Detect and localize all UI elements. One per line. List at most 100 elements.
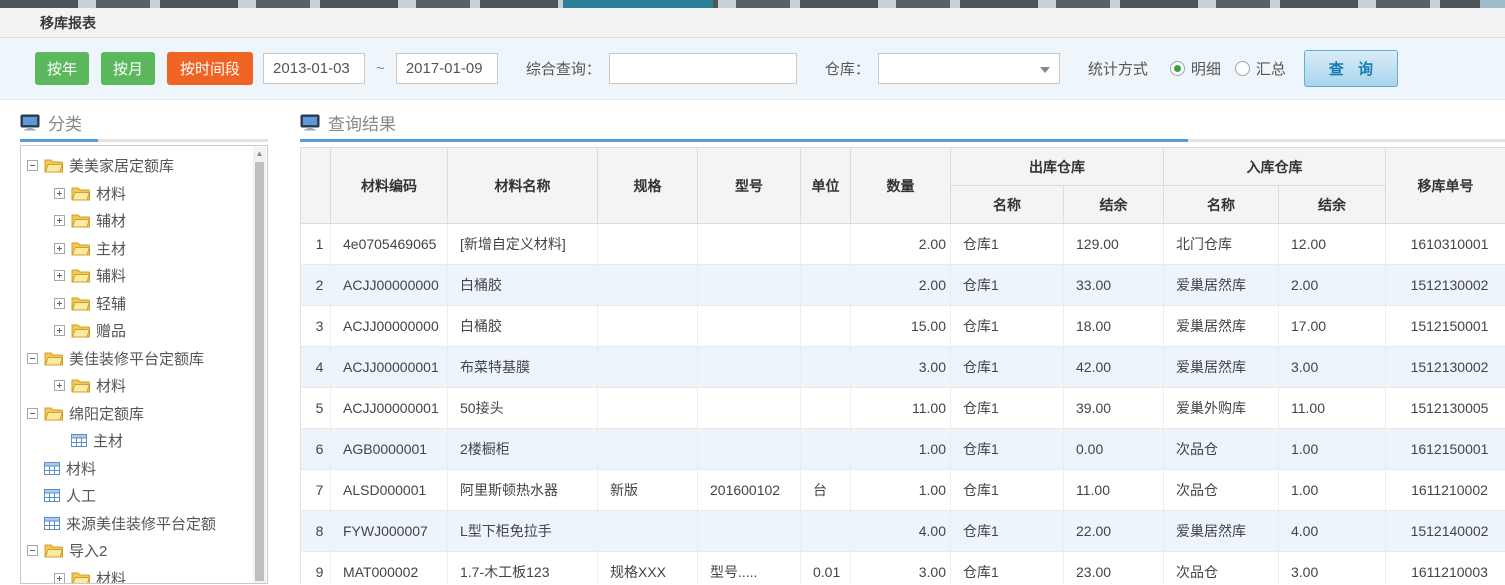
- col-header-qty[interactable]: 数量: [851, 148, 951, 224]
- combined-query-input[interactable]: [609, 53, 797, 84]
- cell-spec: [598, 511, 698, 552]
- cell-out_balance: 23.00: [1064, 552, 1164, 585]
- active-tab-fragment[interactable]: [563, 0, 713, 8]
- date-to-input[interactable]: [396, 53, 498, 84]
- cell-qty: 1.00: [851, 429, 951, 470]
- cell-order_no[interactable]: 1512130002: [1386, 265, 1505, 306]
- radio-unselected-icon[interactable]: [1235, 61, 1250, 76]
- tree-item[interactable]: 材料: [27, 180, 267, 208]
- expand-icon[interactable]: [54, 298, 65, 309]
- tree-item[interactable]: 人工: [27, 482, 267, 510]
- cell-in_balance: 3.00: [1279, 552, 1386, 585]
- expand-icon[interactable]: [54, 270, 65, 281]
- col-group-in-warehouse[interactable]: 入库仓库: [1164, 148, 1386, 186]
- radio-summary[interactable]: 汇总: [1235, 58, 1286, 79]
- table-row[interactable]: 5ACJJ0000000150接头11.00仓库139.00爱巢外购库11.00…: [301, 388, 1505, 429]
- col-header-name[interactable]: 材料名称: [448, 148, 598, 224]
- tree-item[interactable]: 材料: [27, 455, 267, 483]
- collapse-icon[interactable]: [27, 353, 38, 364]
- table-row[interactable]: 14e0705469065[新增自定义材料]2.00仓库1129.00北门仓库1…: [301, 224, 1505, 265]
- expand-icon[interactable]: [54, 215, 65, 226]
- table-row[interactable]: 4ACJJ00000001布菜特基膜3.00仓库142.00爱巢居然库3.001…: [301, 347, 1505, 388]
- tree-item-label: 材料: [66, 458, 96, 479]
- chevron-down-icon[interactable]: [1040, 67, 1050, 73]
- category-section-underline: [20, 139, 268, 142]
- cell-order_no[interactable]: 1610310001: [1386, 224, 1505, 265]
- tree-item[interactable]: 辅材: [27, 207, 267, 235]
- radio-detail[interactable]: 明细: [1170, 58, 1221, 79]
- date-from-input[interactable]: [263, 53, 365, 84]
- cell-model: [698, 429, 801, 470]
- by-range-button[interactable]: 按时间段: [167, 52, 253, 85]
- table-row[interactable]: 3ACJJ00000000白桶胶15.00仓库118.00爱巢居然库17.001…: [301, 306, 1505, 347]
- table-icon: [44, 489, 60, 502]
- by-year-button[interactable]: 按年: [35, 52, 89, 85]
- cell-unit: 台: [801, 470, 851, 511]
- collapse-icon[interactable]: [27, 408, 38, 419]
- cell-name: 布菜特基膜: [448, 347, 598, 388]
- expand-icon[interactable]: [54, 243, 65, 254]
- tree-item[interactable]: 材料: [27, 565, 267, 585]
- tree-item[interactable]: 赠品: [27, 317, 267, 345]
- cell-out_name: 仓库1: [951, 429, 1064, 470]
- tree-item[interactable]: 美美家居定额库: [27, 152, 267, 180]
- cell-order_no[interactable]: 1611210002: [1386, 470, 1505, 511]
- folder-icon: [71, 186, 90, 201]
- expand-icon[interactable]: [54, 380, 65, 391]
- col-header-rownum[interactable]: [301, 148, 331, 224]
- collapse-icon[interactable]: [27, 160, 38, 171]
- tree-item-label: 绵阳定额库: [69, 403, 144, 424]
- col-group-out-warehouse[interactable]: 出库仓库: [951, 148, 1164, 186]
- col-header-in-name[interactable]: 名称: [1164, 186, 1279, 224]
- col-header-in-balance[interactable]: 结余: [1279, 186, 1386, 224]
- cell-order_no[interactable]: 1612150001: [1386, 429, 1505, 470]
- tree-item[interactable]: 轻辅: [27, 290, 267, 318]
- cell-name: 白桶胶: [448, 306, 598, 347]
- cell-order_no[interactable]: 1512150001: [1386, 306, 1505, 347]
- tree-item[interactable]: 美佳装修平台定额库: [27, 345, 267, 373]
- tree-item[interactable]: 主材: [27, 235, 267, 263]
- tree-item[interactable]: 材料: [27, 372, 267, 400]
- expand-icon[interactable]: [54, 325, 65, 336]
- radio-selected-icon[interactable]: [1170, 61, 1185, 76]
- collapse-icon[interactable]: [27, 545, 38, 556]
- table-row[interactable]: 8FYWJ000007L型下柜免拉手4.00仓库122.00爱巢居然库4.001…: [301, 511, 1505, 552]
- col-header-code[interactable]: 材料编码: [331, 148, 448, 224]
- combined-query-label: 综合查询：: [526, 58, 601, 79]
- query-button[interactable]: 查 询: [1304, 50, 1398, 87]
- table-row[interactable]: 6AGB00000012楼橱柜1.00仓库10.00次品仓1.001612150…: [301, 429, 1505, 470]
- table-row[interactable]: 9MAT0000021.7-木工板123规格XXX型号.....0.013.00…: [301, 552, 1505, 585]
- col-header-spec[interactable]: 规格: [598, 148, 698, 224]
- col-header-unit[interactable]: 单位: [801, 148, 851, 224]
- tree-item[interactable]: 来源美佳装修平台定额: [27, 510, 267, 538]
- scroll-up-icon[interactable]: ▲: [253, 147, 266, 161]
- category-section-title: 分类: [48, 110, 82, 135]
- col-header-model[interactable]: 型号: [698, 148, 801, 224]
- table-row[interactable]: 2ACJJ00000000白桶胶2.00仓库133.00爱巢居然库2.00151…: [301, 265, 1505, 306]
- tree-item-label: 导入2: [69, 540, 107, 561]
- cell-order_no[interactable]: 1512130005: [1386, 388, 1505, 429]
- scrollbar-thumb[interactable]: [255, 162, 264, 581]
- tree-item[interactable]: 主材: [27, 427, 267, 455]
- tree-item[interactable]: 导入2: [27, 537, 267, 565]
- col-header-out-name[interactable]: 名称: [951, 186, 1064, 224]
- cell-unit: [801, 347, 851, 388]
- warehouse-select[interactable]: [878, 53, 1060, 84]
- cell-in_balance: 17.00: [1279, 306, 1386, 347]
- cell-order_no[interactable]: 1611210003: [1386, 552, 1505, 585]
- tree-item[interactable]: 辅料: [27, 262, 267, 290]
- cell-code: 4e0705469065: [331, 224, 448, 265]
- cell-model: [698, 265, 801, 306]
- expand-icon[interactable]: [54, 188, 65, 199]
- tree-item[interactable]: 绵阳定额库: [27, 400, 267, 428]
- by-month-button[interactable]: 按月: [101, 52, 155, 85]
- cell-order_no[interactable]: 1512140002: [1386, 511, 1505, 552]
- table-row[interactable]: 7ALSD000001阿里斯顿热水器新版201600102台1.00仓库111.…: [301, 470, 1505, 511]
- expand-icon[interactable]: [54, 573, 65, 584]
- cell-out_name: 仓库1: [951, 347, 1064, 388]
- col-header-order-no[interactable]: 移库单号: [1386, 148, 1505, 224]
- col-header-out-balance[interactable]: 结余: [1064, 186, 1164, 224]
- tree-item-label: 辅料: [96, 265, 126, 286]
- cell-order_no[interactable]: 1512130002: [1386, 347, 1505, 388]
- tree-scrollbar[interactable]: ▲: [253, 147, 266, 583]
